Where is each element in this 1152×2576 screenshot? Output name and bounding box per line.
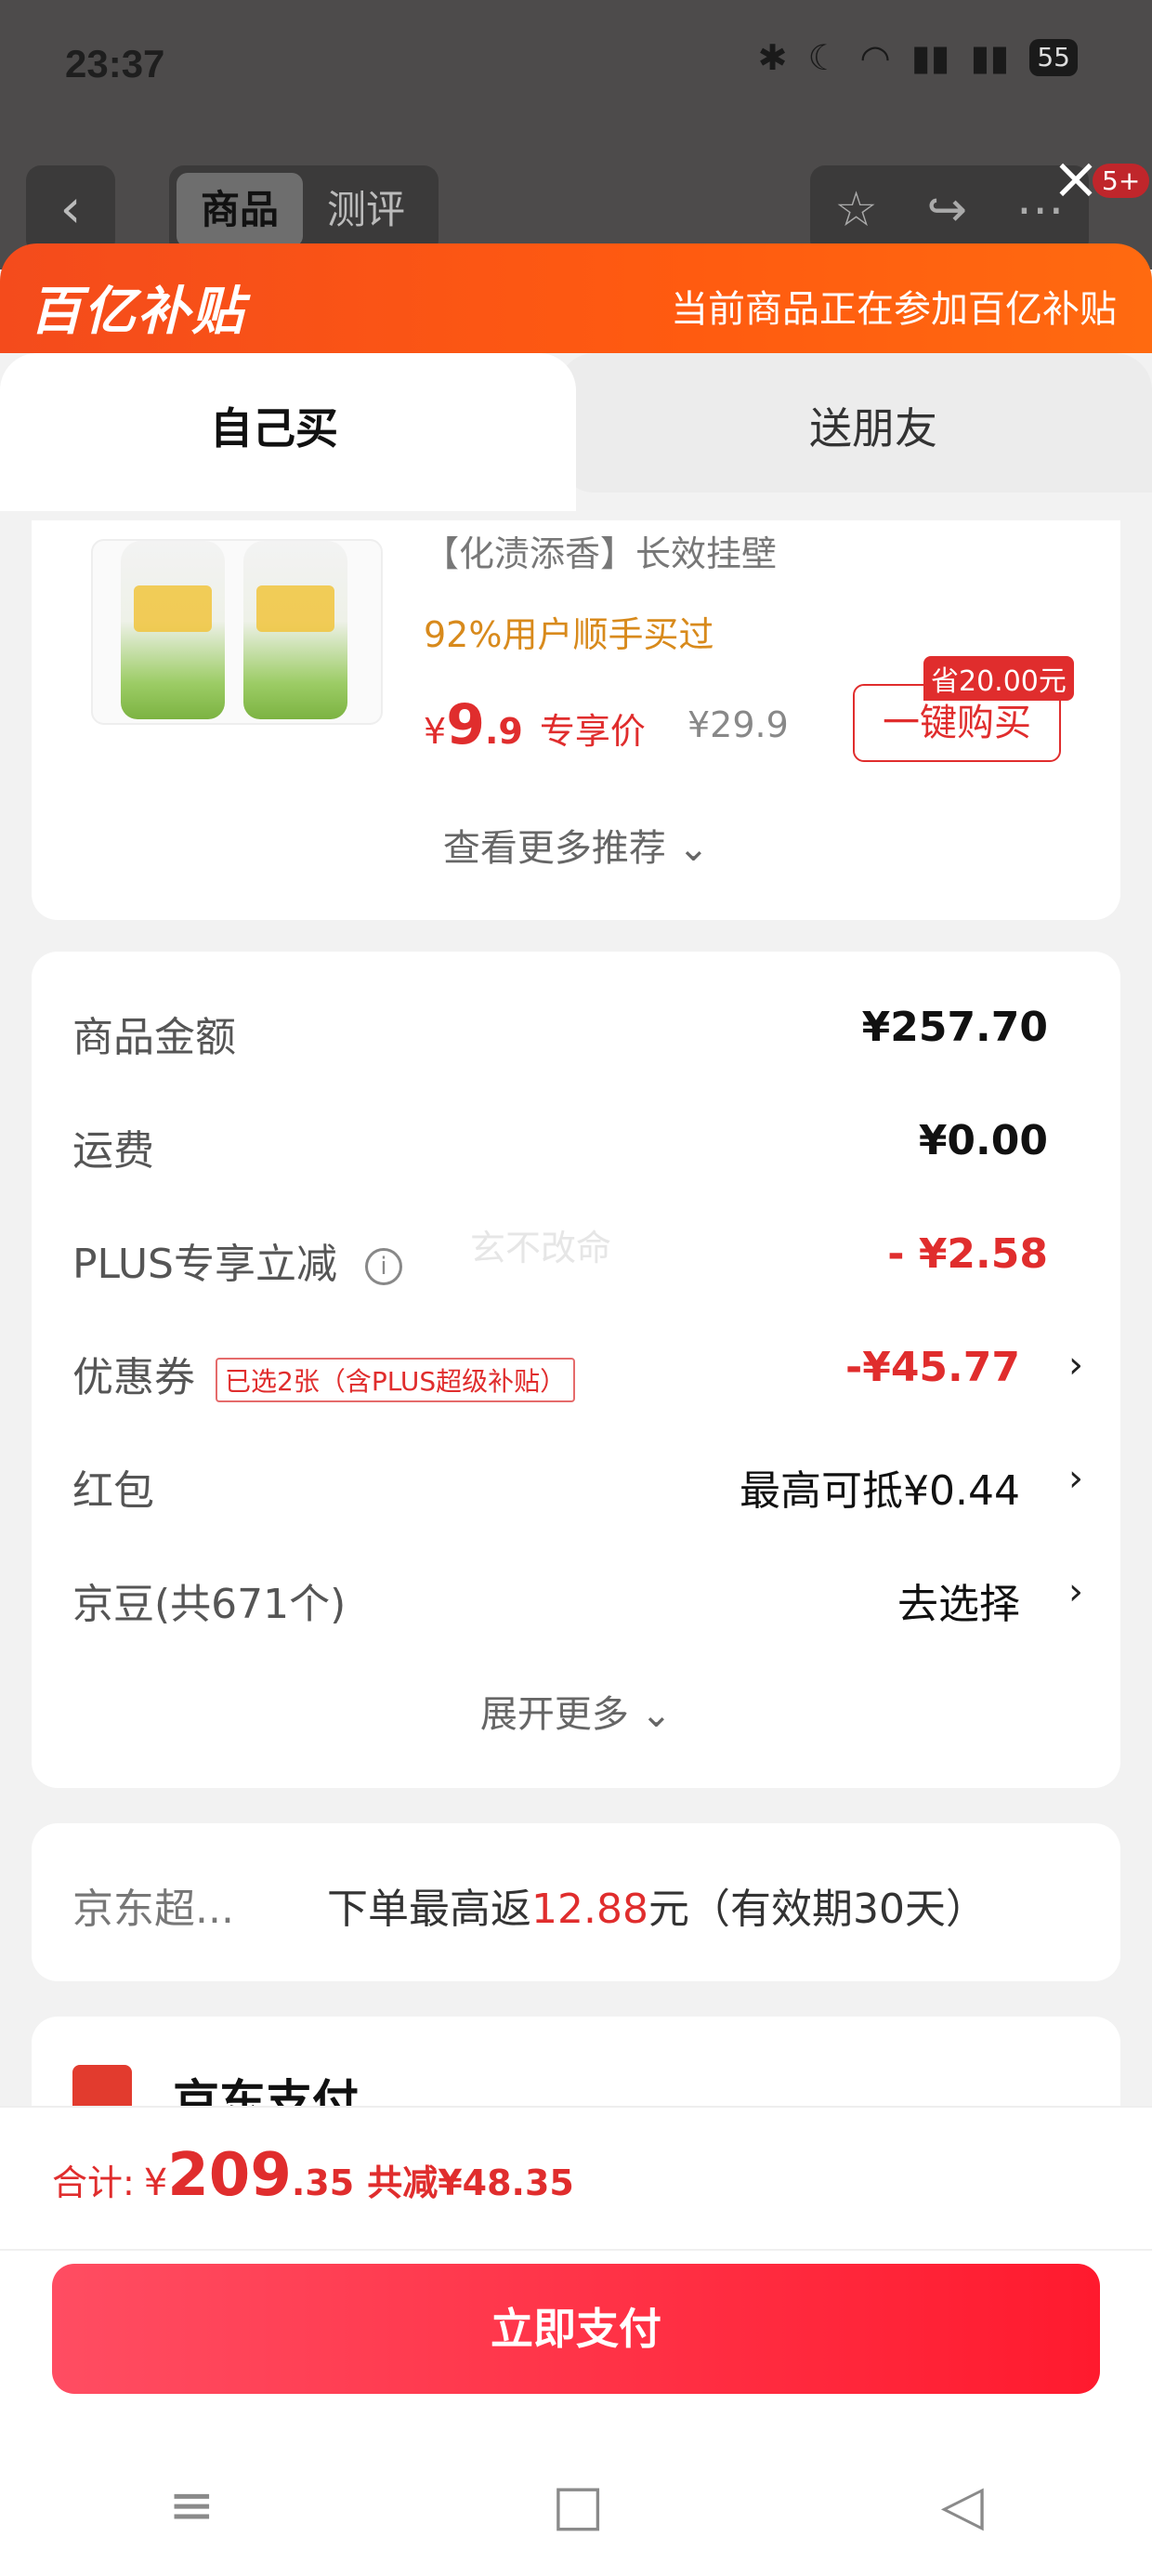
coupon-tag: 已选2张（含PLUS超级补贴） (216, 1358, 576, 1402)
close-icon[interactable]: × (1048, 150, 1104, 207)
moon-icon: ☾ (807, 37, 840, 78)
summary-row-coupon[interactable]: 优惠券 已选2张（含PLUS超级补贴） -¥45.77 › (72, 1344, 1083, 1418)
summary-row-jingdou[interactable]: 京豆(共671个) 去选择 › (72, 1571, 1083, 1645)
top-actions: ☆ ↪ ⋯ (810, 165, 1089, 255)
pay-now-button[interactable]: 立即支付 (52, 2264, 1100, 2394)
chevron-right-icon: › (1068, 1344, 1083, 1387)
chevron-right-icon: › (1068, 1457, 1083, 1500)
home-icon[interactable]: □ (552, 2473, 605, 2538)
status-bar: 23:37 ✱ ☾ ◠ ▮▮ ▮▮ 55 (0, 0, 1152, 139)
menu-icon[interactable]: ≡ (168, 2473, 215, 2538)
info-icon[interactable]: i (365, 1248, 402, 1285)
subsidy-logo: 百亿补贴 (30, 282, 245, 342)
signal-5g-icon: ▮▮ (910, 37, 950, 78)
back-icon[interactable]: ◁ (941, 2473, 984, 2538)
banner-message: 当前商品正在参加百亿补贴 (671, 288, 1117, 331)
watermark: 玄不改命 (470, 1228, 612, 1268)
bottle-graphic (243, 541, 347, 719)
status-time: 23:37 (65, 42, 165, 85)
tab-review[interactable]: 测评 (303, 173, 429, 247)
battery-icon: 55 (1029, 39, 1078, 76)
chevron-right-icon: › (1068, 1571, 1083, 1613)
top-tabs: 商品 测评 (169, 165, 439, 255)
share-icon[interactable]: ↪ (927, 182, 968, 238)
summary-row-shipping: 运费 ¥0.00 (72, 1117, 1048, 1175)
product-subtitle: 92%用户顺手买过 (424, 614, 714, 655)
wifi-icon: ◠ (859, 37, 891, 78)
back-button[interactable]: ‹ (26, 165, 115, 255)
summary-row-redpacket[interactable]: 红包 最高可抵¥0.44 › (72, 1457, 1083, 1531)
bluetooth-icon: ✱ (757, 37, 788, 78)
star-icon[interactable]: ☆ (834, 182, 878, 238)
expand-more-link[interactable]: 展开更多 ⌄ (0, 1684, 1152, 1738)
bottle-graphic (121, 541, 225, 719)
tab-product[interactable]: 商品 (177, 173, 303, 247)
cashback-text: 下单最高返12.88元（有效期30天） (327, 1886, 987, 1933)
status-icons: ✱ ☾ ◠ ▮▮ ▮▮ 55 (758, 37, 1078, 78)
product-price: ¥ 9 .9 专享价 (424, 692, 646, 757)
product-image[interactable] (91, 539, 383, 725)
system-nav-bar: ≡ □ ◁ (0, 2435, 1152, 2576)
summary-row-amount: 商品金额 ¥257.70 (72, 1004, 1048, 1061)
more-recommend-link[interactable]: 查看更多推荐 ⌄ (0, 818, 1152, 872)
tab-send-friend[interactable]: 送朋友 (595, 395, 1152, 456)
save-badge: 省20.00元 (923, 656, 1074, 701)
cashback-label: 京东超... (72, 1886, 234, 1933)
chevron-left-icon: ‹ (59, 177, 82, 240)
tab-buy-self[interactable]: 自己买 (0, 395, 548, 456)
signal-5g-icon: ▮▮ (970, 37, 1010, 78)
total-price: 合计: ¥ 209 .35 共减¥48.35 (52, 2141, 574, 2210)
divider (0, 2249, 1152, 2251)
product-title: 【化渍添香】长效挂壁 (424, 533, 778, 574)
original-price: ¥29.9 (687, 704, 789, 745)
